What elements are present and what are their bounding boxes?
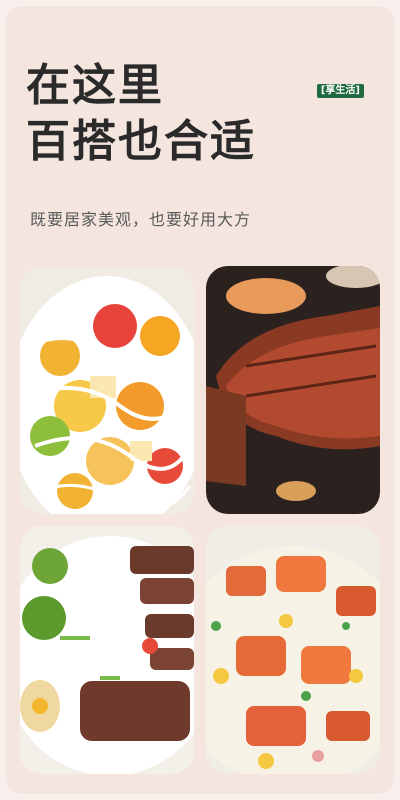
subtitle: 既要居家美观，也要好用大方 bbox=[30, 210, 252, 229]
fruit-salad-photo bbox=[20, 266, 194, 514]
headline: 在这里 百搭也合适 bbox=[26, 58, 256, 170]
headline-line-1: 在这里 bbox=[26, 60, 164, 111]
beef-broccoli-photo bbox=[20, 526, 194, 774]
headline-line-2: 百搭也合适 bbox=[26, 116, 256, 167]
steak-photo bbox=[206, 266, 380, 514]
fried-rice-photo bbox=[206, 526, 380, 774]
lifestyle-tag: [享生活] bbox=[316, 84, 364, 98]
